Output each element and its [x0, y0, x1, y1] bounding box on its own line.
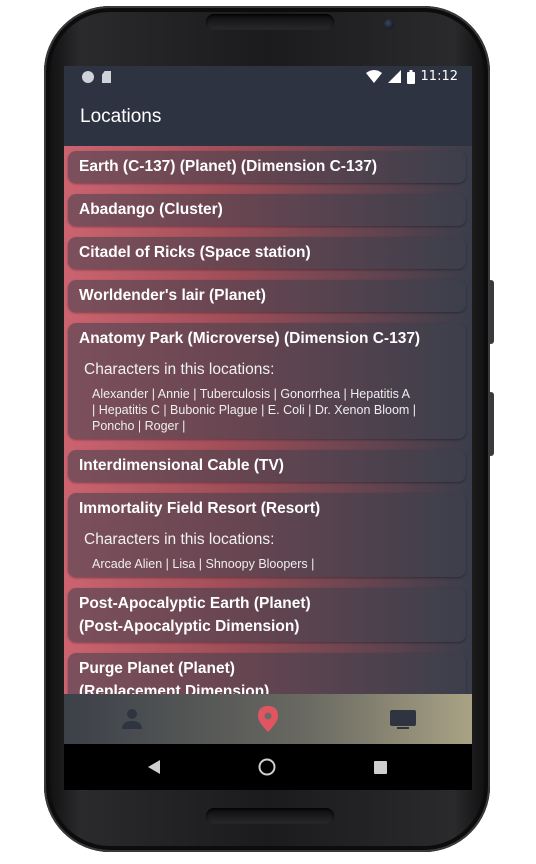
characters-heading: Characters in this locations:: [84, 531, 275, 548]
signal-icon: [387, 70, 401, 83]
location-name: Citadel of Ricks (Space station): [79, 244, 311, 261]
sd-card-icon: [102, 71, 111, 83]
home-button[interactable]: [258, 758, 276, 776]
location-card[interactable]: Anatomy Park (Microverse) (Dimension C-1…: [68, 323, 466, 439]
wifi-icon: [365, 70, 382, 83]
location-card[interactable]: Post-Apocalyptic Earth (Planet) (Post-Ap…: [68, 588, 466, 642]
location-pin-icon: [258, 706, 278, 732]
bottom-navigation: [64, 694, 472, 744]
status-left: [82, 71, 111, 83]
location-name: Anatomy Park (Microverse) (Dimension C-1…: [79, 330, 421, 347]
location-name: Interdimensional Cable (TV): [79, 457, 284, 474]
characters-list: Arcade Alien | Lisa | Shnoopy Bloopers |: [92, 556, 448, 572]
location-dimension: (Post-Apocalyptic Dimension): [79, 618, 300, 635]
location-card[interactable]: Interdimensional Cable (TV): [68, 450, 466, 482]
characters-heading: Characters in this locations:: [84, 361, 275, 378]
power-button: [488, 392, 494, 456]
page-title: Locations: [80, 106, 162, 127]
tv-icon: [390, 710, 416, 729]
status-right: 11:12: [365, 69, 458, 84]
back-button[interactable]: [145, 758, 163, 776]
location-name: Purge Planet (Planet): [79, 660, 235, 677]
location-card[interactable]: Earth (C-137) (Planet) (Dimension C-137): [68, 151, 466, 183]
bottom-speaker: [206, 808, 334, 824]
characters-line: Alexander | Annie | Tuberculosis | Gonor…: [92, 387, 411, 401]
location-card[interactable]: Citadel of Ricks (Space station): [68, 237, 466, 269]
location-name: Post-Apocalyptic Earth (Planet): [79, 595, 311, 612]
system-navigation-bar: [64, 744, 472, 790]
location-card[interactable]: Immortality Field Resort (Resort) Charac…: [68, 493, 466, 577]
recents-square-icon: [373, 760, 387, 774]
screen: 11:12 Locations Earth (C-137) (Planet) (…: [64, 66, 472, 790]
locations-list[interactable]: Earth (C-137) (Planet) (Dimension C-137)…: [64, 146, 472, 694]
location-card[interactable]: Purge Planet (Planet) (Replacement Dimen…: [68, 653, 466, 694]
nav-episodes[interactable]: [390, 706, 416, 732]
characters-line: Arcade Alien | Lisa | Shnoopy Bloopers |: [92, 557, 315, 571]
characters-list: Alexander | Annie | Tuberculosis | Gonor…: [92, 386, 448, 434]
location-name: Abadango (Cluster): [79, 201, 223, 218]
app-bar: Locations: [64, 90, 472, 146]
characters-line: Poncho | Roger |: [92, 419, 186, 433]
location-dimension: (Replacement Dimension): [79, 683, 270, 694]
nav-characters[interactable]: [119, 706, 145, 732]
status-time: 11:12: [420, 69, 458, 84]
nav-locations[interactable]: [255, 706, 281, 732]
recents-button[interactable]: [371, 758, 389, 776]
volume-button: [488, 280, 494, 344]
location-name: Worldender's lair (Planet): [79, 287, 266, 304]
person-icon: [122, 709, 142, 729]
notification-dot-icon: [82, 71, 94, 83]
battery-icon: [406, 69, 415, 84]
home-circle-icon: [258, 758, 276, 776]
status-bar: 11:12: [64, 66, 472, 90]
front-camera: [384, 19, 394, 29]
back-triangle-icon: [148, 760, 160, 774]
top-speaker: [206, 14, 334, 30]
location-card[interactable]: Abadango (Cluster): [68, 194, 466, 226]
location-name: Immortality Field Resort (Resort): [79, 500, 321, 517]
location-card[interactable]: Worldender's lair (Planet): [68, 280, 466, 312]
characters-line: | Hepatitis C | Bubonic Plague | E. Coli…: [92, 403, 417, 417]
location-name: Earth (C-137) (Planet) (Dimension C-137): [79, 158, 377, 175]
